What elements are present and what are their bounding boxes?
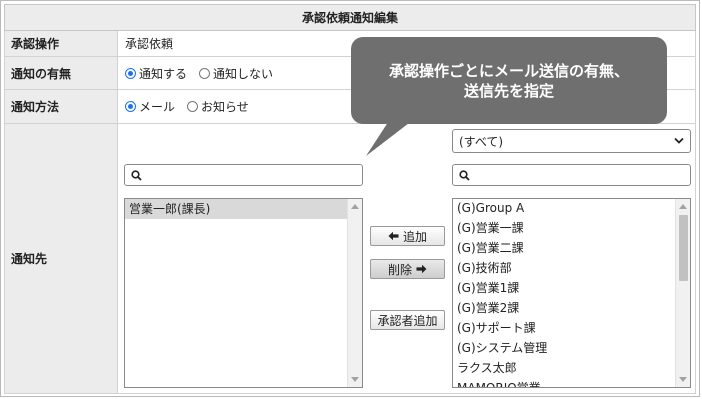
notify-on-label: 通知する: [139, 66, 188, 81]
search-icon: [459, 170, 470, 181]
right-search-input[interactable]: [452, 164, 691, 186]
notify-off-radio[interactable]: 通知しない: [199, 65, 273, 82]
left-search-input[interactable]: [124, 164, 363, 186]
method-label: 通知方法: [5, 90, 118, 123]
arrow-left-icon: [388, 231, 399, 241]
remove-button[interactable]: 削除: [370, 259, 445, 279]
left-list-scrollbar[interactable]: [347, 199, 362, 387]
scroll-up-icon[interactable]: [351, 204, 359, 209]
radio-selected-indicator: [125, 101, 136, 112]
radio-indicator: [187, 101, 199, 112]
notify-label: 通知の有無: [5, 57, 118, 89]
arrow-right-icon: [416, 264, 427, 274]
radio-selected-indicator: [125, 67, 136, 79]
list-item[interactable]: (G)サポート課: [453, 318, 690, 338]
list-item[interactable]: (G)営業1課: [453, 278, 690, 298]
callout-annotation: 承認操作ごとにメール送信の有無、 送信先を指定: [351, 37, 667, 124]
search-icon: [131, 170, 142, 181]
list-item[interactable]: (G)営業一課: [453, 218, 690, 238]
list-item[interactable]: (G)営業二課: [453, 238, 690, 258]
add-approver-button[interactable]: 承認者追加: [370, 310, 445, 330]
candidate-list[interactable]: (G)Group A (G)営業一課 (G)営業二課 (G)技術部 (G)営業1…: [452, 198, 691, 388]
add-approver-label: 承認者追加: [377, 313, 438, 328]
group-filter-value: (すべて): [459, 134, 504, 149]
list-item[interactable]: (G)営業2課: [453, 298, 690, 318]
selected-recipients-list[interactable]: 営業一郎(課長): [124, 198, 363, 388]
list-item[interactable]: (G)技術部: [453, 258, 690, 278]
right-list-scrollbar[interactable]: [675, 199, 690, 387]
list-item[interactable]: 営業一郎(課長): [125, 199, 362, 219]
operation-value: 承認依頼: [125, 37, 174, 51]
list-item[interactable]: ラクス太郎: [453, 358, 690, 378]
page-title: 承認依頼通知編集: [4, 4, 696, 31]
scroll-thumb[interactable]: [679, 215, 688, 281]
group-filter-select[interactable]: (すべて): [452, 129, 691, 153]
callout-line-1: 承認操作ごとにメール送信の有無、: [388, 61, 629, 80]
recipients-label: 通知先: [5, 124, 118, 393]
list-item[interactable]: (G)システム管理: [453, 338, 690, 358]
list-item[interactable]: (G)Group A: [453, 199, 690, 218]
radio-indicator: [199, 67, 211, 79]
scroll-down-icon[interactable]: [679, 377, 687, 382]
method-notice-label: お知らせ: [201, 100, 249, 114]
remove-button-label: 削除: [387, 262, 412, 277]
method-mail-label: メール: [139, 100, 176, 114]
method-mail-radio[interactable]: メール: [125, 98, 175, 115]
scroll-down-icon[interactable]: [351, 377, 359, 382]
notify-on-radio[interactable]: 通知する: [125, 65, 187, 82]
add-button-label: 追加: [402, 229, 427, 244]
scroll-up-icon[interactable]: [679, 204, 687, 209]
method-notice-radio[interactable]: お知らせ: [187, 98, 249, 115]
chevron-down-icon: [674, 137, 684, 144]
callout-line-2: 送信先を指定: [463, 81, 554, 100]
operation-label: 承認操作: [5, 31, 118, 56]
add-button[interactable]: 追加: [370, 226, 445, 246]
list-item[interactable]: MAMORIO営業: [453, 378, 690, 387]
notify-off-label: 通知しない: [213, 66, 274, 81]
